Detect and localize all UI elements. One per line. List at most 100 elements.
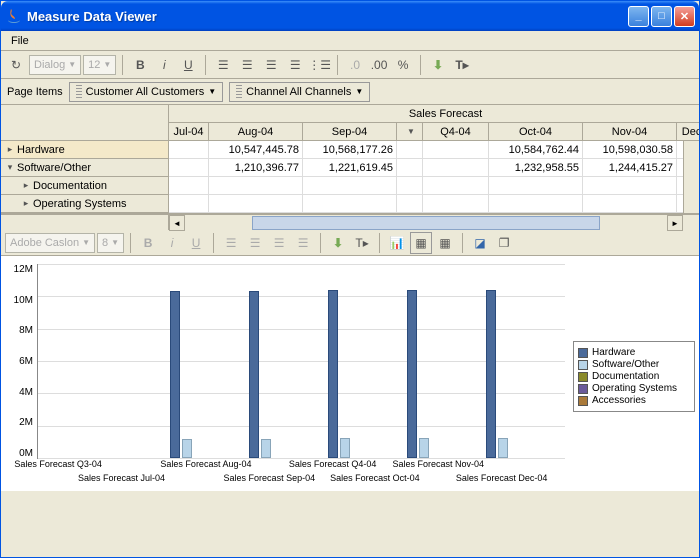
data-cell[interactable]: 10,568,177.26 <box>303 141 397 159</box>
data-cell[interactable] <box>397 195 423 213</box>
data-cell[interactable]: 1,210,396.77 <box>209 159 303 177</box>
hscroll-track[interactable] <box>185 215 667 230</box>
page-item-channel[interactable]: Channel All Channels▼ <box>229 82 370 102</box>
data-cell[interactable] <box>489 177 583 195</box>
chart-icon[interactable]: 📊 <box>386 232 408 254</box>
align-r-2[interactable]: ☰ <box>268 232 290 254</box>
data-cell[interactable] <box>169 159 209 177</box>
menu-file[interactable]: File <box>5 33 35 49</box>
data-cell[interactable] <box>583 195 677 213</box>
font-combo[interactable]: Dialog▼ <box>29 55 81 75</box>
tool-c-button[interactable]: ⬇ <box>327 232 349 254</box>
row-header[interactable]: ▾Software/Other <box>1 159 169 177</box>
percent-button[interactable]: % <box>392 54 414 76</box>
col-header[interactable]: ▼ <box>397 123 423 141</box>
bar-group <box>407 290 429 458</box>
font-combo-2[interactable]: Adobe Caslon▼ <box>5 233 95 253</box>
col-group-header[interactable]: Sales Forecast <box>169 105 699 123</box>
align-l-2[interactable]: ☰ <box>220 232 242 254</box>
data-cell[interactable] <box>489 195 583 213</box>
legend-item: Accessories <box>578 395 690 406</box>
data-cell[interactable] <box>169 195 209 213</box>
bold-button[interactable]: B <box>129 54 151 76</box>
bar-group <box>486 290 508 458</box>
row-header[interactable]: ▸Operating Systems <box>1 195 169 213</box>
align-center-button[interactable]: ☰ <box>236 54 258 76</box>
minimize-button[interactable]: _ <box>628 6 649 27</box>
data-cell[interactable] <box>423 195 489 213</box>
refresh-icon[interactable]: ↻ <box>5 54 27 76</box>
table-icon[interactable]: ▦ <box>434 232 456 254</box>
col-header[interactable]: Nov-04 <box>583 123 677 141</box>
scroll-left-button[interactable]: ◄ <box>169 215 185 231</box>
col-header[interactable]: Q4-04 <box>423 123 489 141</box>
close-button[interactable]: ✕ <box>674 6 695 27</box>
maximize-button[interactable]: □ <box>651 6 672 27</box>
vertical-scrollbar[interactable] <box>683 141 699 213</box>
format-button[interactable]: ⋮☰ <box>308 54 331 76</box>
page-items-label: Page Items <box>7 86 63 98</box>
data-cell[interactable] <box>397 141 423 159</box>
scroll-right-button[interactable]: ► <box>667 215 683 231</box>
bar-group <box>328 290 350 458</box>
wrap-2[interactable]: ☰ <box>292 232 314 254</box>
underline-button-2[interactable]: U <box>185 232 207 254</box>
page-item-customer[interactable]: Customer All Customers▼ <box>69 82 224 102</box>
data-cell[interactable] <box>423 141 489 159</box>
align-c-2[interactable]: ☰ <box>244 232 266 254</box>
data-cell[interactable] <box>209 177 303 195</box>
col-header[interactable]: Aug-04 <box>209 123 303 141</box>
data-cell[interactable] <box>303 195 397 213</box>
fontsize-combo-2[interactable]: 8▼ <box>97 233 124 253</box>
fontsize-combo[interactable]: 12▼ <box>83 55 116 75</box>
row-header[interactable]: ▸Documentation <box>1 177 169 195</box>
col-header[interactable]: Jul-04 <box>169 123 209 141</box>
y-axis: 12M10M8M6M4M2M0M <box>9 264 37 459</box>
italic-button-2[interactable]: i <box>161 232 183 254</box>
toolbar-format: ↻ Dialog▼ 12▼ B i U ☰ ☰ ☰ ☰ ⋮☰ .0 .00 % … <box>1 51 699 79</box>
horizontal-scrollbar-row: ◄ ► <box>1 214 699 230</box>
decimal-dec-button[interactable]: .0 <box>344 54 366 76</box>
data-cell[interactable]: 10,584,762.44 <box>489 141 583 159</box>
data-cell[interactable] <box>423 159 489 177</box>
data-cell[interactable] <box>423 177 489 195</box>
align-left-button[interactable]: ☰ <box>212 54 234 76</box>
data-cell[interactable] <box>303 177 397 195</box>
underline-button[interactable]: U <box>177 54 199 76</box>
tool-d-button[interactable]: T▸ <box>351 232 373 254</box>
legend-item: Software/Other <box>578 359 690 370</box>
data-cell[interactable]: 1,244,415.27 <box>583 159 677 177</box>
row-header[interactable]: ▸Hardware <box>1 141 169 159</box>
col-header[interactable]: Oct-04 <box>489 123 583 141</box>
col-header[interactable]: Dec-04 <box>677 123 699 141</box>
legend-item: Hardware <box>578 347 690 358</box>
italic-button[interactable]: i <box>153 54 175 76</box>
legend-item: Operating Systems <box>578 383 690 394</box>
window-title: Measure Data Viewer <box>27 9 628 24</box>
data-cell[interactable]: 1,232,958.55 <box>489 159 583 177</box>
data-cell[interactable] <box>583 177 677 195</box>
data-cell[interactable]: 10,598,030.58 <box>583 141 677 159</box>
toolbar-chart: Adobe Caslon▼ 8▼ B i U ☰ ☰ ☰ ☰ ⬇ T▸ 📊 ▦ … <box>1 230 699 256</box>
tool-b-button[interactable]: T▸ <box>451 54 473 76</box>
data-cell[interactable] <box>397 177 423 195</box>
chart: 12M10M8M6M4M2M0M Sales Forecast Q3-04Sal… <box>1 256 699 491</box>
java-icon <box>5 7 23 25</box>
bold-button-2[interactable]: B <box>137 232 159 254</box>
menubar: File <box>1 31 699 51</box>
copy-icon[interactable]: ❐ <box>493 232 515 254</box>
data-cell[interactable] <box>397 159 423 177</box>
wrap-button[interactable]: ☰ <box>284 54 306 76</box>
data-cell[interactable] <box>169 177 209 195</box>
decimal-inc-button[interactable]: .00 <box>368 54 390 76</box>
swatch-icon[interactable]: ◪ <box>469 232 491 254</box>
col-header[interactable]: Sep-04 <box>303 123 397 141</box>
align-right-button[interactable]: ☰ <box>260 54 282 76</box>
data-cell[interactable] <box>169 141 209 159</box>
data-cell[interactable] <box>209 195 303 213</box>
titlebar: Measure Data Viewer _ □ ✕ <box>1 1 699 31</box>
tool-a-button[interactable]: ⬇ <box>427 54 449 76</box>
data-cell[interactable]: 1,221,619.45 <box>303 159 397 177</box>
data-cell[interactable]: 10,547,445.78 <box>209 141 303 159</box>
grid-icon[interactable]: ▦ <box>410 232 432 254</box>
